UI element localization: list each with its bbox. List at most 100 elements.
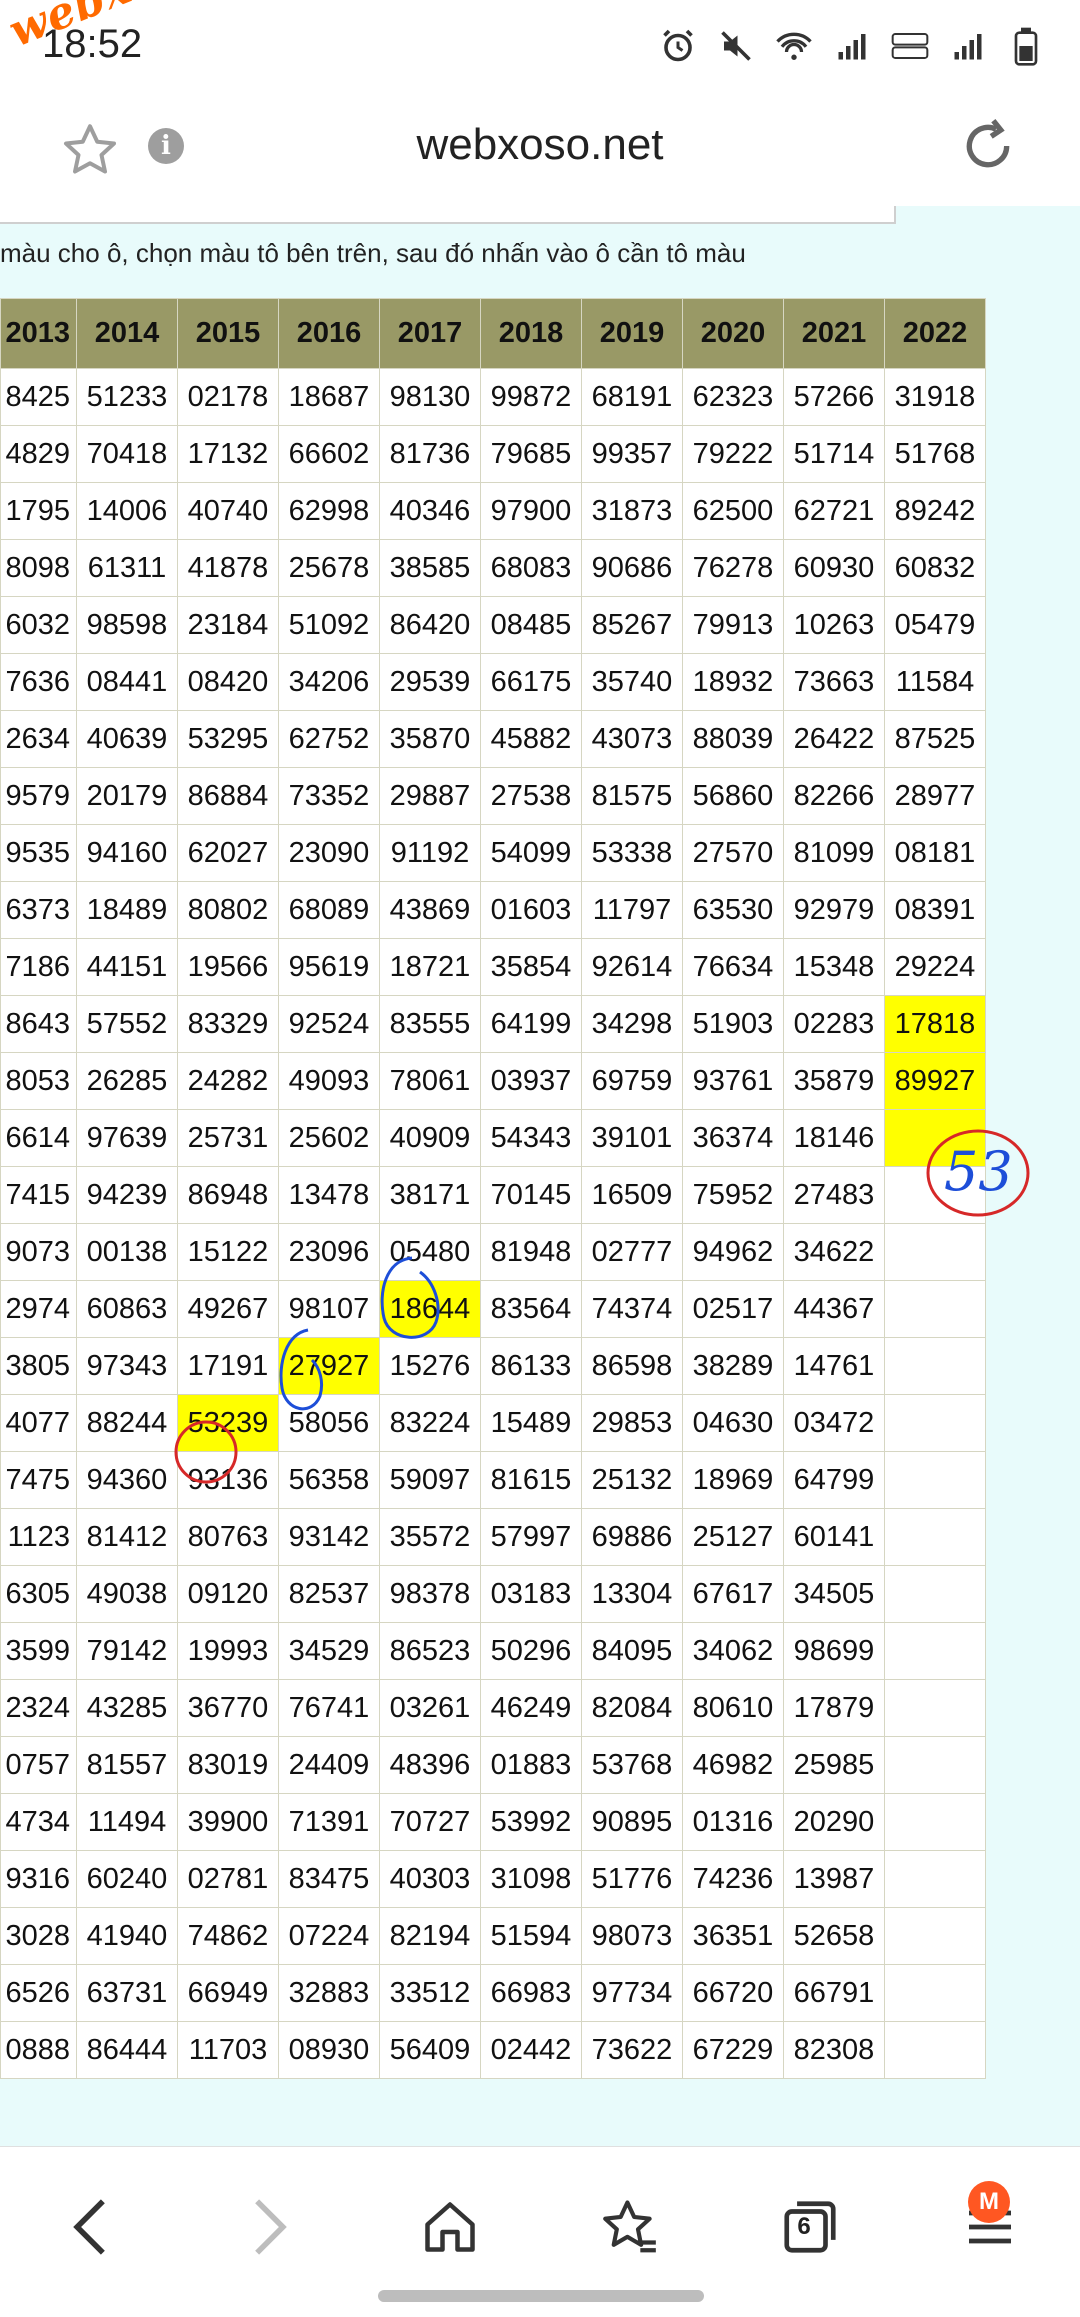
table-cell[interactable]: 8098	[0, 539, 77, 597]
table-cell[interactable]: 26285	[76, 1052, 178, 1110]
table-cell[interactable]: 94962	[682, 1223, 784, 1281]
table-cell[interactable]: 83555	[379, 995, 481, 1053]
table-cell[interactable]: 51903	[682, 995, 784, 1053]
table-cell[interactable]: 64799	[783, 1451, 885, 1509]
table-cell[interactable]: 53768	[581, 1736, 683, 1794]
table-cell[interactable]: 66983	[480, 1964, 582, 2022]
table-cell[interactable]: 46249	[480, 1679, 582, 1737]
table-cell[interactable]: 56409	[379, 2021, 481, 2079]
table-cell[interactable]: 07224	[278, 1907, 380, 1965]
table-cell[interactable]: 86133	[480, 1337, 582, 1395]
table-cell[interactable]	[884, 1280, 986, 1338]
table-cell[interactable]: 11584	[884, 653, 986, 711]
table-cell[interactable]: 34529	[278, 1622, 380, 1680]
table-cell[interactable]: 11494	[76, 1793, 178, 1851]
table-cell[interactable]: 49267	[177, 1280, 279, 1338]
table-cell[interactable]: 01883	[480, 1736, 582, 1794]
table-cell[interactable]: 35572	[379, 1508, 481, 1566]
table-cell[interactable]	[884, 1907, 986, 1965]
table-cell[interactable]: 36374	[682, 1109, 784, 1167]
table-cell[interactable]: 62752	[278, 710, 380, 768]
table-cell[interactable]: 7475	[0, 1451, 77, 1509]
table-cell[interactable]: 2324	[0, 1679, 77, 1737]
table-cell[interactable]: 20179	[76, 767, 178, 825]
table-cell[interactable]: 83224	[379, 1394, 481, 1452]
table-cell[interactable]: 15276	[379, 1337, 481, 1395]
forward-button[interactable]	[230, 2187, 310, 2267]
table-cell[interactable]: 74236	[682, 1850, 784, 1908]
table-cell[interactable]: 57997	[480, 1508, 582, 1566]
table-cell[interactable]: 05479	[884, 596, 986, 654]
table-cell[interactable]: 6614	[0, 1109, 77, 1167]
table-cell[interactable]: 02178	[177, 368, 279, 426]
table-cell[interactable]: 40639	[76, 710, 178, 768]
table-cell[interactable]: 35879	[783, 1052, 885, 1110]
home-icon[interactable]	[410, 2187, 490, 2267]
table-cell[interactable]: 93136	[177, 1451, 279, 1509]
table-cell[interactable]: 08485	[480, 596, 582, 654]
table-cell[interactable]: 2634	[0, 710, 77, 768]
table-cell[interactable]: 36770	[177, 1679, 279, 1737]
table-cell[interactable]: 82194	[379, 1907, 481, 1965]
table-cell[interactable]: 89927	[884, 1052, 986, 1110]
table-cell[interactable]: 8053	[0, 1052, 77, 1110]
table-cell[interactable]: 25985	[783, 1736, 885, 1794]
table-cell[interactable]: 70145	[480, 1166, 582, 1224]
table-cell[interactable]: 63731	[76, 1964, 178, 2022]
table-cell[interactable]: 86598	[581, 1337, 683, 1395]
table-cell[interactable]: 16509	[581, 1166, 683, 1224]
table-cell[interactable]: 40303	[379, 1850, 481, 1908]
table-cell[interactable]: 68191	[581, 368, 683, 426]
table-cell[interactable]: 66949	[177, 1964, 279, 2022]
table-cell[interactable]	[884, 1964, 986, 2022]
table-cell[interactable]: 03937	[480, 1052, 582, 1110]
table-cell[interactable]: 34206	[278, 653, 380, 711]
table-cell[interactable]: 33512	[379, 1964, 481, 2022]
table-cell[interactable]: 9579	[0, 767, 77, 825]
table-cell[interactable]: 6526	[0, 1964, 77, 2022]
table-cell[interactable]: 24282	[177, 1052, 279, 1110]
table-cell[interactable]: 83564	[480, 1280, 582, 1338]
table-cell[interactable]: 8425	[0, 368, 77, 426]
table-cell[interactable]: 62323	[682, 368, 784, 426]
table-cell[interactable]: 9535	[0, 824, 77, 882]
table-cell[interactable]: 6032	[0, 596, 77, 654]
table-cell[interactable]: 92524	[278, 995, 380, 1053]
table-cell[interactable]: 53992	[480, 1793, 582, 1851]
table-cell[interactable]: 81948	[480, 1223, 582, 1281]
table-cell[interactable]: 82308	[783, 2021, 885, 2079]
tabs-button[interactable]: 6	[770, 2187, 850, 2267]
table-cell[interactable]: 19993	[177, 1622, 279, 1680]
table-cell[interactable]: 18489	[76, 881, 178, 939]
table-cell[interactable]: 49038	[76, 1565, 178, 1623]
table-cell[interactable]: 08181	[884, 824, 986, 882]
reload-icon[interactable]	[956, 114, 1020, 178]
table-cell[interactable]: 68089	[278, 881, 380, 939]
table-cell[interactable]: 54099	[480, 824, 582, 882]
table-cell[interactable]: 6305	[0, 1565, 77, 1623]
table-cell[interactable]: 08930	[278, 2021, 380, 2079]
table-cell[interactable]: 02442	[480, 2021, 582, 2079]
table-cell[interactable]: 44367	[783, 1280, 885, 1338]
table-cell[interactable]: 67617	[682, 1565, 784, 1623]
table-cell[interactable]: 18644	[379, 1280, 481, 1338]
table-cell[interactable]: 66602	[278, 425, 380, 483]
table-cell[interactable]: 80802	[177, 881, 279, 939]
table-cell[interactable]	[884, 1736, 986, 1794]
table-cell[interactable]: 81575	[581, 767, 683, 825]
table-cell[interactable]: 43869	[379, 881, 481, 939]
table-cell[interactable]: 3599	[0, 1622, 77, 1680]
table-cell[interactable]: 40909	[379, 1109, 481, 1167]
table-cell[interactable]: 43073	[581, 710, 683, 768]
table-cell[interactable]: 74862	[177, 1907, 279, 1965]
table-cell[interactable]: 38289	[682, 1337, 784, 1395]
table-cell[interactable]: 28977	[884, 767, 986, 825]
table-cell[interactable]: 81615	[480, 1451, 582, 1509]
table-cell[interactable]: 98107	[278, 1280, 380, 1338]
table-cell[interactable]: 17879	[783, 1679, 885, 1737]
table-cell[interactable]: 4829	[0, 425, 77, 483]
table-cell[interactable]: 95619	[278, 938, 380, 996]
table-cell[interactable]: 27570	[682, 824, 784, 882]
table-cell[interactable]: 80763	[177, 1508, 279, 1566]
table-cell[interactable]: 71391	[278, 1793, 380, 1851]
